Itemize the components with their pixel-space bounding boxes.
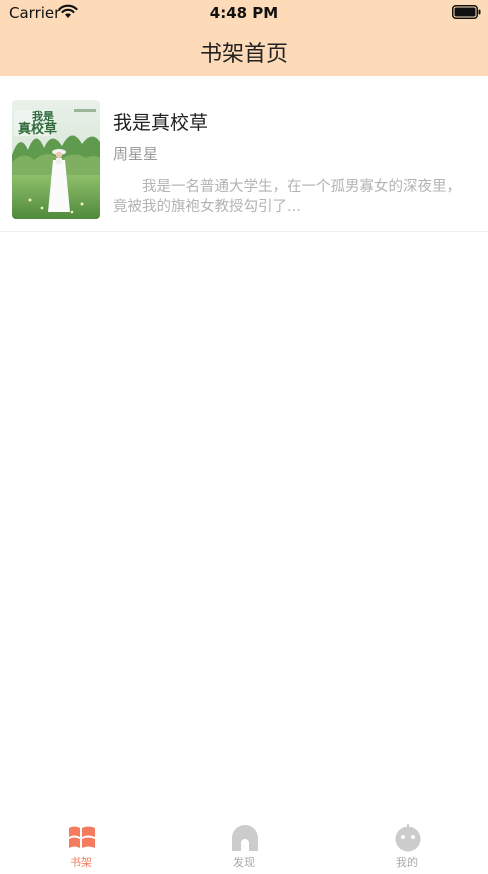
- svg-text:真校草: 真校草: [18, 121, 57, 137]
- status-time: 4:48 PM: [209, 4, 279, 22]
- tab-mine[interactable]: 我的: [326, 812, 488, 874]
- status-bar: Carrier 4:48 PM: [0, 0, 488, 26]
- page-title: 书架首页: [199, 42, 288, 67]
- tab-label: 我的: [396, 856, 418, 869]
- bookshelf-icon: [69, 826, 95, 848]
- battery-icon: [452, 5, 481, 19]
- tab-label: 发现: [233, 856, 255, 869]
- discover-icon: [232, 825, 258, 851]
- tab-bar: 书架 发现 我的: [0, 812, 488, 874]
- book-list-item[interactable]: 我是 真校草 我是真校草 周星星 我是一名普通大学生，在一个孤男寡女的深夜里，竟…: [0, 76, 488, 232]
- header: Carrier 4:48 PM 书架首页: [0, 0, 488, 76]
- book-description: 我是一名普通大学生，在一个孤男寡女的深夜里，竟被我的旗袍女教授勾引了...: [113, 179, 461, 215]
- book-cover-image[interactable]: 我是 真校草: [12, 100, 100, 219]
- svg-text:我是: 我是: [32, 109, 55, 123]
- profile-icon: [395, 824, 421, 852]
- tab-bookshelf[interactable]: 书架: [0, 812, 162, 874]
- book-title: 我是真校草: [113, 112, 209, 134]
- tab-label: 书架: [70, 856, 92, 869]
- book-author: 周星星: [113, 145, 159, 163]
- tab-discover[interactable]: 发现: [163, 812, 325, 874]
